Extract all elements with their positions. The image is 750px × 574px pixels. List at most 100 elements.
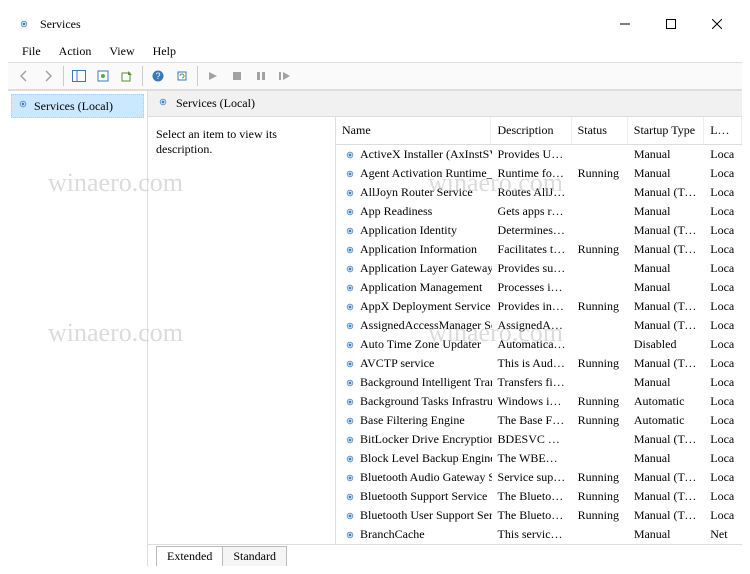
service-row[interactable]: AssignedAccessManager Se…AssignedAc…Manu…	[336, 316, 742, 335]
service-name: Agent Activation Runtime_…	[360, 166, 492, 181]
tree-pane[interactable]: Services (Local)	[8, 91, 148, 566]
service-row[interactable]: AVCTP serviceThis is Audi…RunningManual …	[336, 354, 742, 373]
service-name: Bluetooth User Support Ser…	[360, 508, 492, 523]
service-name: Application Layer Gateway …	[360, 261, 492, 276]
service-row[interactable]: Application IdentityDetermines …Manual (…	[336, 221, 742, 240]
service-row[interactable]: Bluetooth Support ServiceThe Bluetoo…Run…	[336, 487, 742, 506]
list-rows[interactable]: ActiveX Installer (AxInstSV)Provides Us……	[336, 145, 742, 544]
column-description[interactable]: Description	[491, 117, 571, 144]
service-desc: Runtime for…	[492, 166, 572, 181]
stop-service-button[interactable]	[225, 64, 249, 88]
service-name: AssignedAccessManager Se…	[360, 318, 492, 333]
service-row[interactable]: Background Intelligent Tran…Transfers fi…	[336, 373, 742, 392]
export-button[interactable]	[115, 64, 139, 88]
list-header: Name Description Status Startup Type Log…	[336, 117, 742, 145]
service-row[interactable]: Block Level Backup Engine …The WBENG…Man…	[336, 449, 742, 468]
menu-action[interactable]: Action	[51, 42, 100, 61]
service-logon: Loca	[704, 413, 742, 428]
service-logon: Loca	[704, 470, 742, 485]
services-app-icon	[16, 16, 32, 32]
service-name: AllJoyn Router Service	[360, 185, 473, 200]
tab-standard[interactable]: Standard	[222, 546, 287, 566]
service-row[interactable]: Bluetooth User Support Ser…The Bluetoo…R…	[336, 506, 742, 525]
gear-icon	[342, 375, 358, 391]
service-status: Running	[572, 489, 628, 504]
service-row[interactable]: Agent Activation Runtime_…Runtime for…Ru…	[336, 164, 742, 183]
service-row[interactable]: Application Layer Gateway …Provides su…M…	[336, 259, 742, 278]
service-desc: Provides Us…	[492, 147, 572, 162]
tree-root-item[interactable]: Services (Local)	[11, 94, 144, 118]
forward-button[interactable]	[36, 64, 60, 88]
details-heading: Services (Local)	[176, 96, 255, 111]
show-hide-tree-button[interactable]	[67, 64, 91, 88]
pause-service-button[interactable]	[249, 64, 273, 88]
service-startup: Manual (Trig…	[628, 489, 704, 504]
service-row[interactable]: BitLocker Drive Encryption …BDESVC hos…M…	[336, 430, 742, 449]
service-row[interactable]: AllJoyn Router ServiceRoutes AllJo…Manua…	[336, 183, 742, 202]
restart-service-button[interactable]	[273, 64, 297, 88]
service-row[interactable]: App ReadinessGets apps re…ManualLoca	[336, 202, 742, 221]
maximize-button[interactable]	[648, 8, 694, 40]
service-desc: The WBENG…	[492, 451, 572, 466]
service-logon: Loca	[704, 204, 742, 219]
service-row[interactable]: Base Filtering EngineThe Base Fil…Runnin…	[336, 411, 742, 430]
service-row[interactable]: Application InformationFacilitates t…Run…	[336, 240, 742, 259]
svg-text:?: ?	[155, 71, 160, 81]
menu-help[interactable]: Help	[145, 42, 184, 61]
service-name-cell: Bluetooth Audio Gateway S…	[336, 470, 492, 486]
titlebar[interactable]: Services	[8, 8, 742, 40]
service-name-cell: Agent Activation Runtime_…	[336, 166, 492, 182]
view-tabs: Extended Standard	[148, 544, 742, 566]
service-row[interactable]: Application ManagementProcesses in…Manua…	[336, 278, 742, 297]
start-service-button[interactable]	[201, 64, 225, 88]
service-name: AppX Deployment Service (…	[360, 299, 492, 314]
menu-view[interactable]: View	[101, 42, 142, 61]
service-logon: Loca	[704, 147, 742, 162]
help-button[interactable]: ?	[146, 64, 170, 88]
gear-icon	[342, 508, 358, 524]
service-desc: Determines …	[492, 223, 572, 238]
properties-button[interactable]	[91, 64, 115, 88]
menu-file[interactable]: File	[14, 42, 49, 61]
service-startup: Manual	[628, 375, 704, 390]
column-startup[interactable]: Startup Type	[628, 117, 704, 144]
service-name-cell: ActiveX Installer (AxInstSV)	[336, 147, 492, 163]
service-row[interactable]: Background Tasks Infrastruc…Windows in…R…	[336, 392, 742, 411]
service-desc: Windows in…	[492, 394, 572, 409]
back-button[interactable]	[12, 64, 36, 88]
close-button[interactable]	[694, 8, 740, 40]
service-name-cell: BranchCache	[336, 527, 492, 543]
service-logon: Loca	[704, 280, 742, 295]
service-desc: AssignedAc…	[492, 318, 572, 333]
service-startup: Manual	[628, 204, 704, 219]
service-name-cell: Background Intelligent Tran…	[336, 375, 492, 391]
service-status: Running	[572, 470, 628, 485]
service-name: Background Tasks Infrastruc…	[360, 394, 492, 409]
service-startup: Automatic	[628, 413, 704, 428]
gear-icon	[342, 166, 358, 182]
gear-icon	[342, 299, 358, 315]
service-name-cell: Application Information	[336, 242, 492, 258]
service-row[interactable]: Auto Time Zone UpdaterAutomatica…Disable…	[336, 335, 742, 354]
service-startup: Manual (Trig…	[628, 185, 704, 200]
tab-extended[interactable]: Extended	[156, 546, 223, 566]
service-startup: Manual (Trig…	[628, 356, 704, 371]
gear-icon	[342, 527, 358, 543]
service-row[interactable]: BranchCacheThis service …ManualNet	[336, 525, 742, 544]
service-name-cell: Background Tasks Infrastruc…	[336, 394, 492, 410]
service-name: Base Filtering Engine	[360, 413, 465, 428]
service-row[interactable]: Bluetooth Audio Gateway S…Service sup…Ru…	[336, 468, 742, 487]
service-status: Running	[572, 299, 628, 314]
gear-icon	[342, 185, 358, 201]
gear-icon	[342, 470, 358, 486]
service-row[interactable]: AppX Deployment Service (…Provides inf…R…	[336, 297, 742, 316]
column-logon[interactable]: Log On As	[704, 117, 742, 144]
service-logon: Loca	[704, 166, 742, 181]
minimize-button[interactable]	[602, 8, 648, 40]
column-name[interactable]: Name	[336, 117, 491, 144]
service-name: BranchCache	[360, 527, 425, 542]
refresh-button[interactable]	[170, 64, 194, 88]
column-status[interactable]: Status	[572, 117, 628, 144]
service-row[interactable]: ActiveX Installer (AxInstSV)Provides Us……	[336, 145, 742, 164]
service-name: Background Intelligent Tran…	[360, 375, 492, 390]
